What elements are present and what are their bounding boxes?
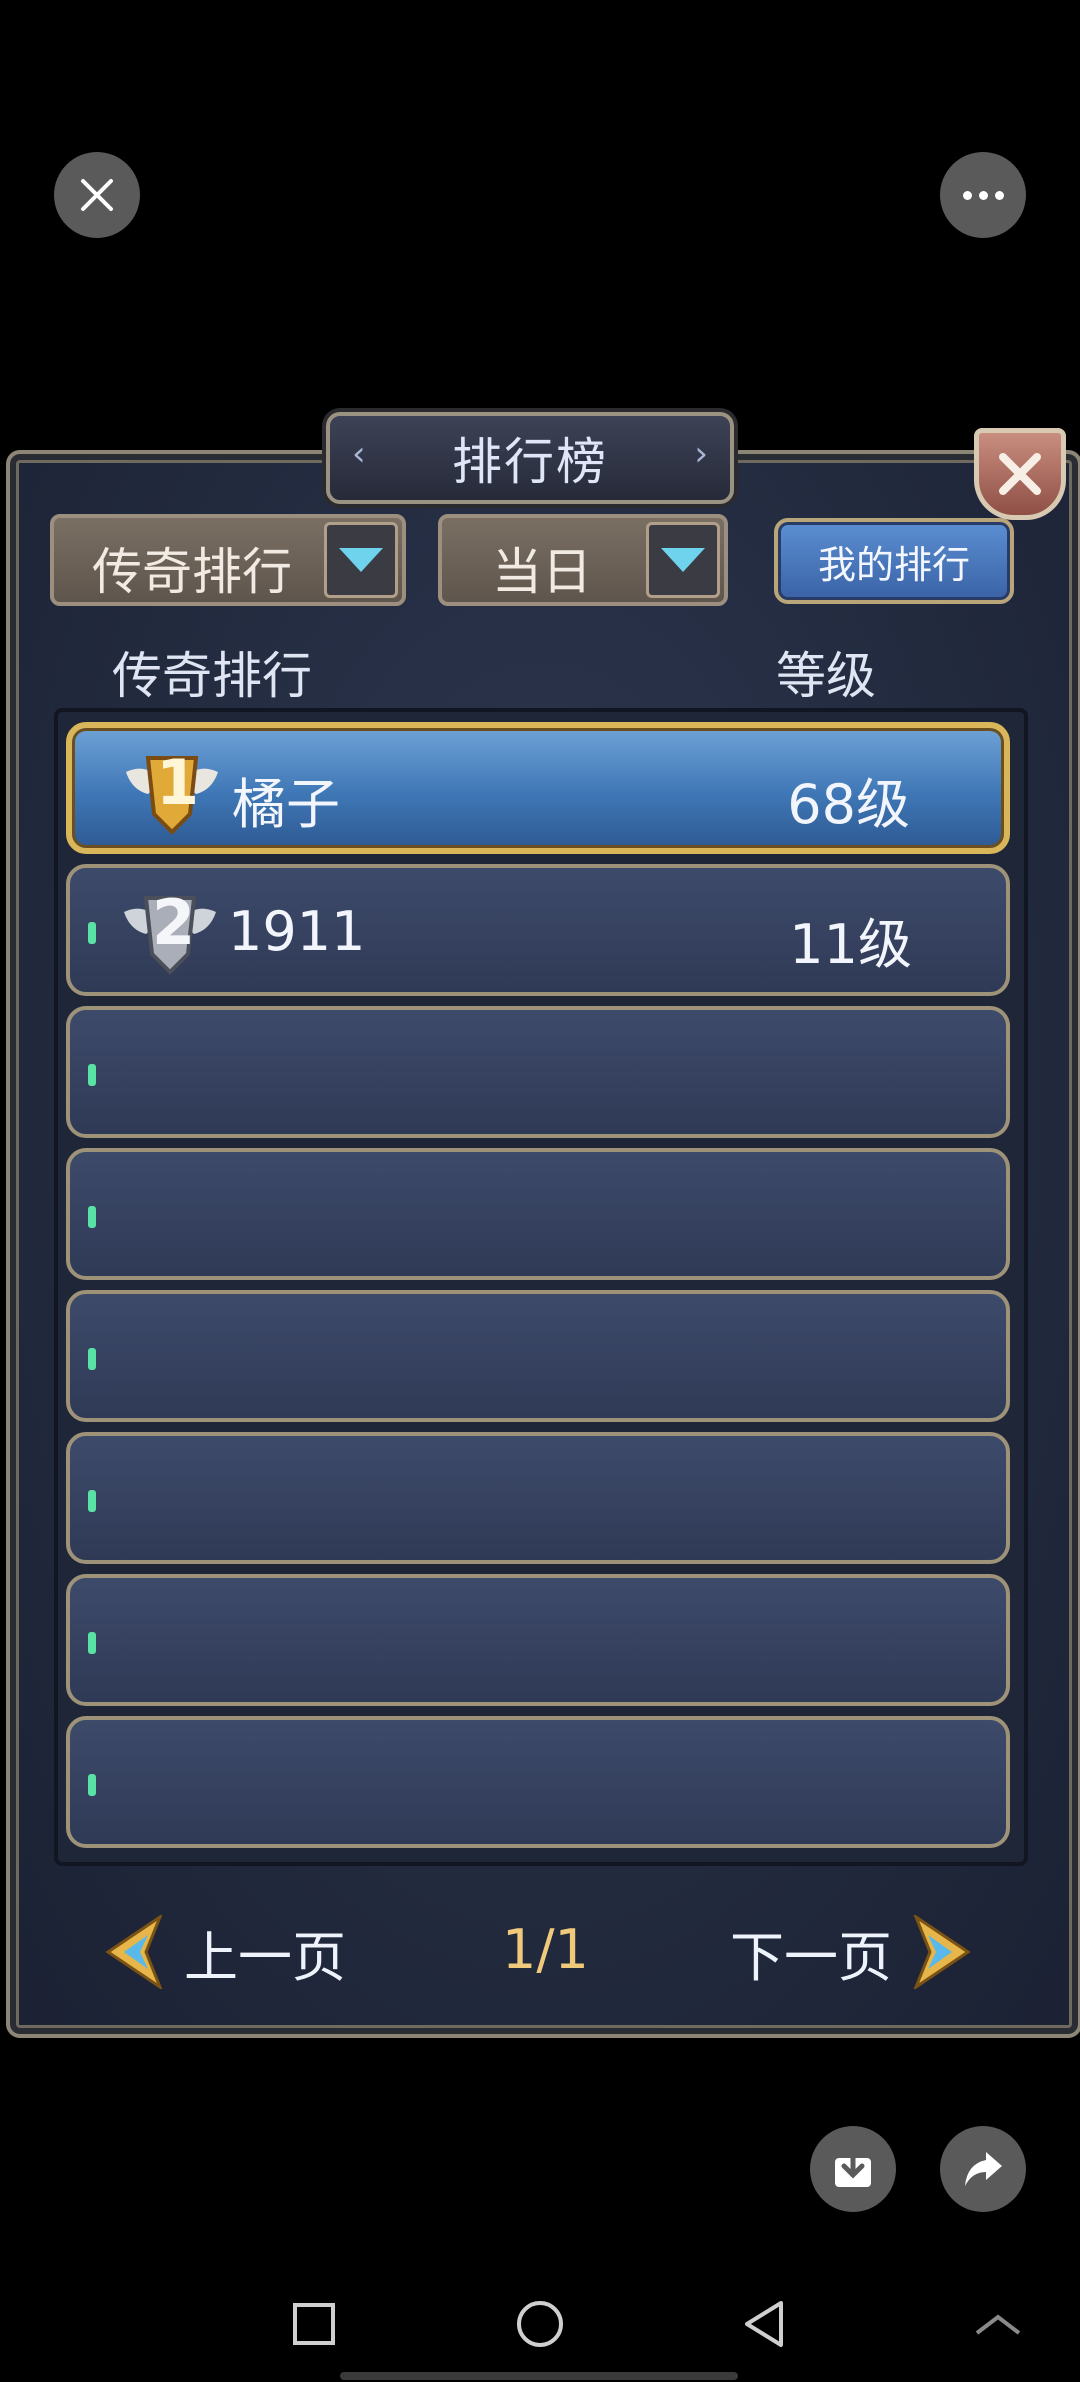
panel-close-button[interactable]: [974, 428, 1066, 520]
triangle-down-icon: [339, 548, 383, 572]
page-indicator: 1/1: [502, 1918, 589, 1981]
period-dropdown-label: 当日: [492, 543, 592, 601]
back-button[interactable]: [736, 2296, 792, 2352]
chevron-left-icon: ‹: [352, 434, 366, 474]
prev-page-button[interactable]: 上一页: [104, 1912, 346, 1992]
row-marker: [88, 1774, 96, 1796]
rank-number: 1: [156, 746, 200, 819]
ranking-row[interactable]: [66, 1432, 1010, 1564]
download-button[interactable]: [810, 2126, 896, 2212]
period-dropdown[interactable]: 当日: [438, 514, 728, 606]
more-icon: [962, 190, 1004, 200]
category-dropdown[interactable]: 传奇排行: [50, 514, 406, 606]
more-options-button[interactable]: [940, 152, 1026, 238]
home-indicator: [340, 2372, 738, 2380]
row-marker: [88, 1632, 96, 1654]
next-page-button[interactable]: 下一页: [730, 1912, 972, 1992]
triangle-down-icon: [661, 548, 705, 572]
circle-icon: [517, 2301, 563, 2347]
close-icon: [999, 453, 1041, 495]
nav-expand-button[interactable]: [970, 2296, 1026, 2352]
prev-page-label: 上一页: [184, 1925, 346, 1989]
rank-number: 2: [152, 886, 196, 959]
player-level: 68级: [787, 773, 910, 836]
home-button[interactable]: [512, 2296, 568, 2352]
title-plate: ‹ 排行榜 ›: [326, 412, 734, 504]
square-icon: [293, 2303, 335, 2345]
ranking-row[interactable]: [66, 1006, 1010, 1138]
ranking-row[interactable]: 2 1911 11级: [66, 864, 1010, 996]
row-marker: [88, 1206, 96, 1228]
dropdown-arrow-button[interactable]: [646, 522, 720, 598]
triangle-back-icon: [745, 2301, 783, 2347]
row-marker: [88, 1490, 96, 1512]
player-name: 橘子: [232, 773, 340, 836]
ranking-row[interactable]: 1 橘子 68级: [66, 722, 1010, 854]
my-rank-button[interactable]: 我的排行: [774, 518, 1014, 604]
share-button[interactable]: [940, 2126, 1026, 2212]
download-icon: [835, 2149, 871, 2187]
column-header-name: 传奇排行: [112, 647, 312, 705]
chevron-up-icon: [975, 2314, 1021, 2335]
ranking-row[interactable]: [66, 1716, 1010, 1848]
ranking-row[interactable]: [66, 1290, 1010, 1422]
close-icon: [81, 179, 113, 211]
panel-title: 排行榜: [452, 433, 608, 491]
ranking-row[interactable]: [66, 1574, 1010, 1706]
player-level: 11级: [789, 913, 912, 976]
arrow-right-icon: [913, 1915, 971, 1989]
next-page-label: 下一页: [730, 1925, 892, 1989]
recent-apps-button[interactable]: [286, 2296, 342, 2352]
ranking-row[interactable]: [66, 1148, 1010, 1280]
dropdown-arrow-button[interactable]: [324, 522, 398, 598]
arrow-left-icon: [105, 1915, 163, 1989]
player-name: 1911: [228, 900, 366, 963]
row-marker: [88, 1064, 96, 1086]
share-icon: [965, 2152, 1002, 2186]
row-marker: [88, 922, 96, 944]
column-header-level: 等级: [776, 647, 876, 705]
row-marker: [88, 1348, 96, 1370]
category-dropdown-label: 传奇排行: [92, 543, 292, 601]
chevron-right-icon: ›: [694, 434, 708, 474]
close-viewer-button[interactable]: [54, 152, 140, 238]
